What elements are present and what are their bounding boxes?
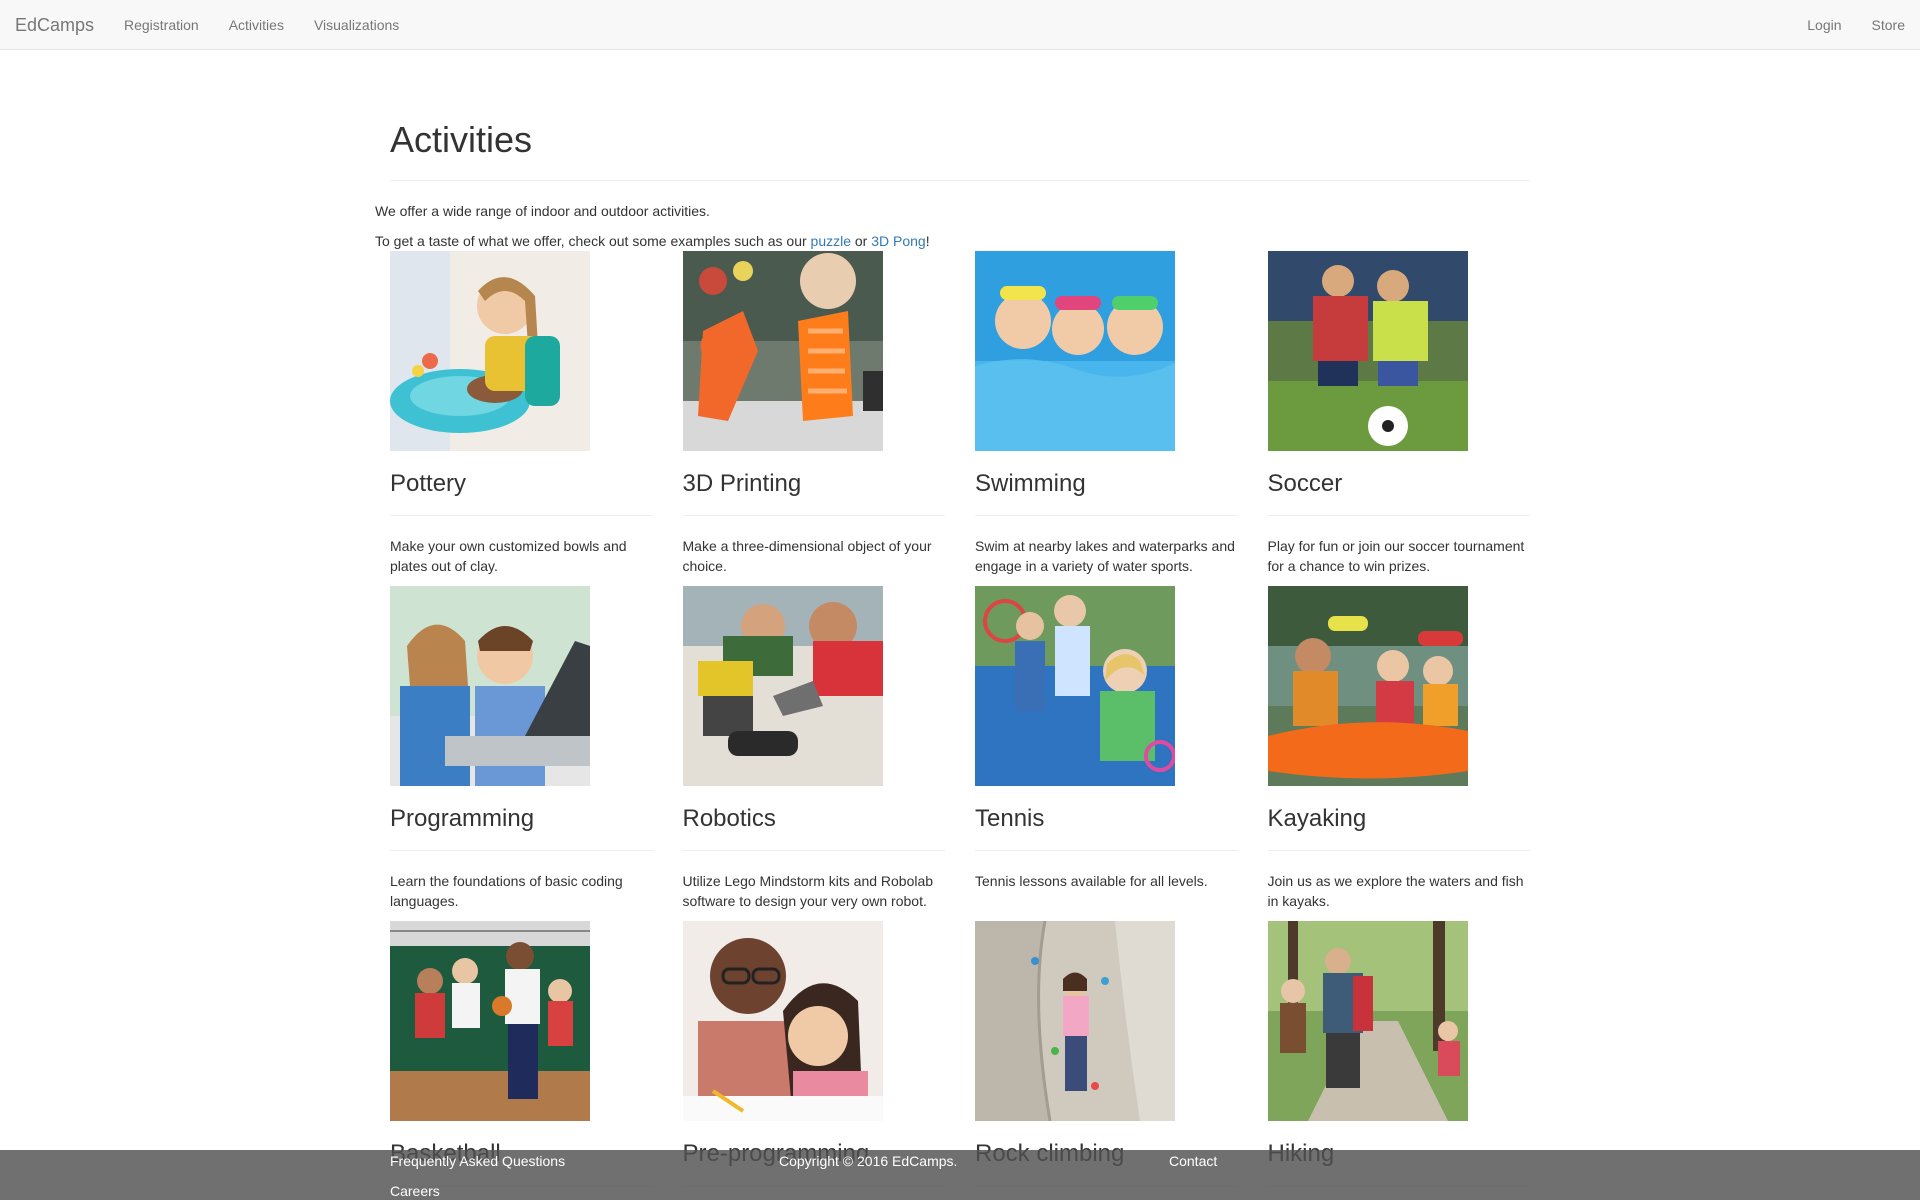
pre-programming-photo: [682, 921, 883, 1122]
main-container: Activities We offer a wide range of indo…: [375, 50, 1530, 1187]
activity-description: Make a three-dimensional object of your …: [682, 537, 932, 574]
pottery-photo: [390, 250, 590, 451]
intro-mid: or: [851, 232, 872, 249]
footer-faq-link[interactable]: Frequently Asked Questions: [390, 1151, 565, 1171]
3d-pong-link[interactable]: 3D Pong: [871, 233, 925, 249]
soccer-photo: [1267, 250, 1468, 451]
tennis-photo: [975, 585, 1175, 786]
activity-card-swimming: Swimming Swim at nearby lakes and waterp…: [975, 250, 1268, 586]
activity-title: Soccer: [1267, 451, 1530, 516]
intro-text: We offer a wide range of indoor and outd…: [375, 201, 1530, 251]
puzzle-link[interactable]: puzzle: [811, 233, 851, 249]
activity-title: 3D Printing: [682, 451, 945, 516]
activity-description: Make your own customized bowls and plate…: [390, 537, 627, 574]
activity-title: Robotics: [682, 786, 945, 852]
kayaking-photo: [1267, 585, 1468, 786]
activity-title: Programming: [390, 786, 653, 852]
swimming-photo: [975, 250, 1175, 451]
nav-right-menu: Login Store: [1777, 0, 1905, 50]
intro-line-1: We offer a wide range of indoor and outd…: [375, 202, 710, 219]
footer-bar: Frequently Asked Questions Careers Copyr…: [0, 1150, 1920, 1200]
rock-climbing-photo: [975, 921, 1175, 1122]
activity-title: Swimming: [975, 451, 1238, 516]
nav-link-visualizations[interactable]: Visualizations: [299, 0, 414, 50]
intro-prefix: To get a taste of what we offer, check o…: [375, 232, 811, 249]
activity-description: Tennis lessons available for all levels.: [975, 873, 1208, 890]
nav-link-activities[interactable]: Activities: [214, 0, 299, 50]
activity-title: Kayaking: [1267, 786, 1530, 852]
activity-card-pottery: Pottery Make your own customized bowls a…: [390, 250, 683, 586]
nav-link-store[interactable]: Store: [1842, 0, 1905, 50]
activities-grid: Pottery Make your own customized bowls a…: [390, 250, 1561, 1187]
footer-copyright: Copyright © 2016 EdCamps.: [779, 1153, 958, 1169]
activity-title: Pottery: [390, 451, 653, 516]
activity-description: Utilize Lego Mindstorm kits and Robolab …: [682, 873, 934, 910]
activity-description: Learn the foundations of basic coding la…: [390, 873, 623, 910]
activity-card-soccer: Soccer Play for fun or join our soccer t…: [1267, 250, 1561, 586]
nav-link-login[interactable]: Login: [1777, 0, 1841, 50]
page-header: Activities: [390, 120, 1530, 181]
nav-left-menu: Registration Activities Visualizations: [109, 0, 414, 50]
nav-link-registration[interactable]: Registration: [109, 0, 214, 50]
activity-description: Join us as we explore the waters and fis…: [1267, 873, 1524, 910]
activity-card-basketball: Basketball: [390, 921, 683, 1187]
activity-card-rock-climbing: Rock climbing: [975, 921, 1268, 1187]
hiking-photo: [1267, 921, 1468, 1122]
activity-title: Tennis: [975, 786, 1238, 852]
activity-card-kayaking: Kayaking Join us as we explore the water…: [1267, 585, 1561, 921]
footer-contact-link[interactable]: Contact: [1169, 1151, 1217, 1171]
page-title: Activities: [390, 119, 533, 160]
basketball-photo: [390, 921, 590, 1122]
activity-card-hiking: Hiking: [1267, 921, 1561, 1187]
activity-description: Swim at nearby lakes and waterparks and …: [975, 537, 1235, 574]
programming-photo: [390, 585, 590, 786]
activity-card-pre-programming: Pre-programming: [682, 921, 976, 1187]
robotics-photo: [682, 585, 883, 786]
3d-printing-photo: [682, 250, 883, 451]
activity-card-3d-printing: 3D Printing Make a three-dimensional obj…: [682, 250, 976, 586]
intro-line-2: To get a taste of what we offer, check o…: [375, 231, 1530, 251]
activity-card-tennis: Tennis Tennis lessons available for all …: [975, 585, 1268, 921]
top-navbar: EdCamps Registration Activities Visualiz…: [0, 0, 1920, 50]
activity-card-robotics: Robotics Utilize Lego Mindstorm kits and…: [682, 585, 976, 921]
activity-card-programming: Programming Learn the foundations of bas…: [390, 585, 683, 921]
footer-careers-link[interactable]: Careers: [390, 1181, 440, 1201]
intro-suffix: !: [925, 232, 930, 249]
activity-description: Play for fun or join our soccer tourname…: [1267, 537, 1525, 574]
brand-link[interactable]: EdCamps: [15, 0, 94, 50]
